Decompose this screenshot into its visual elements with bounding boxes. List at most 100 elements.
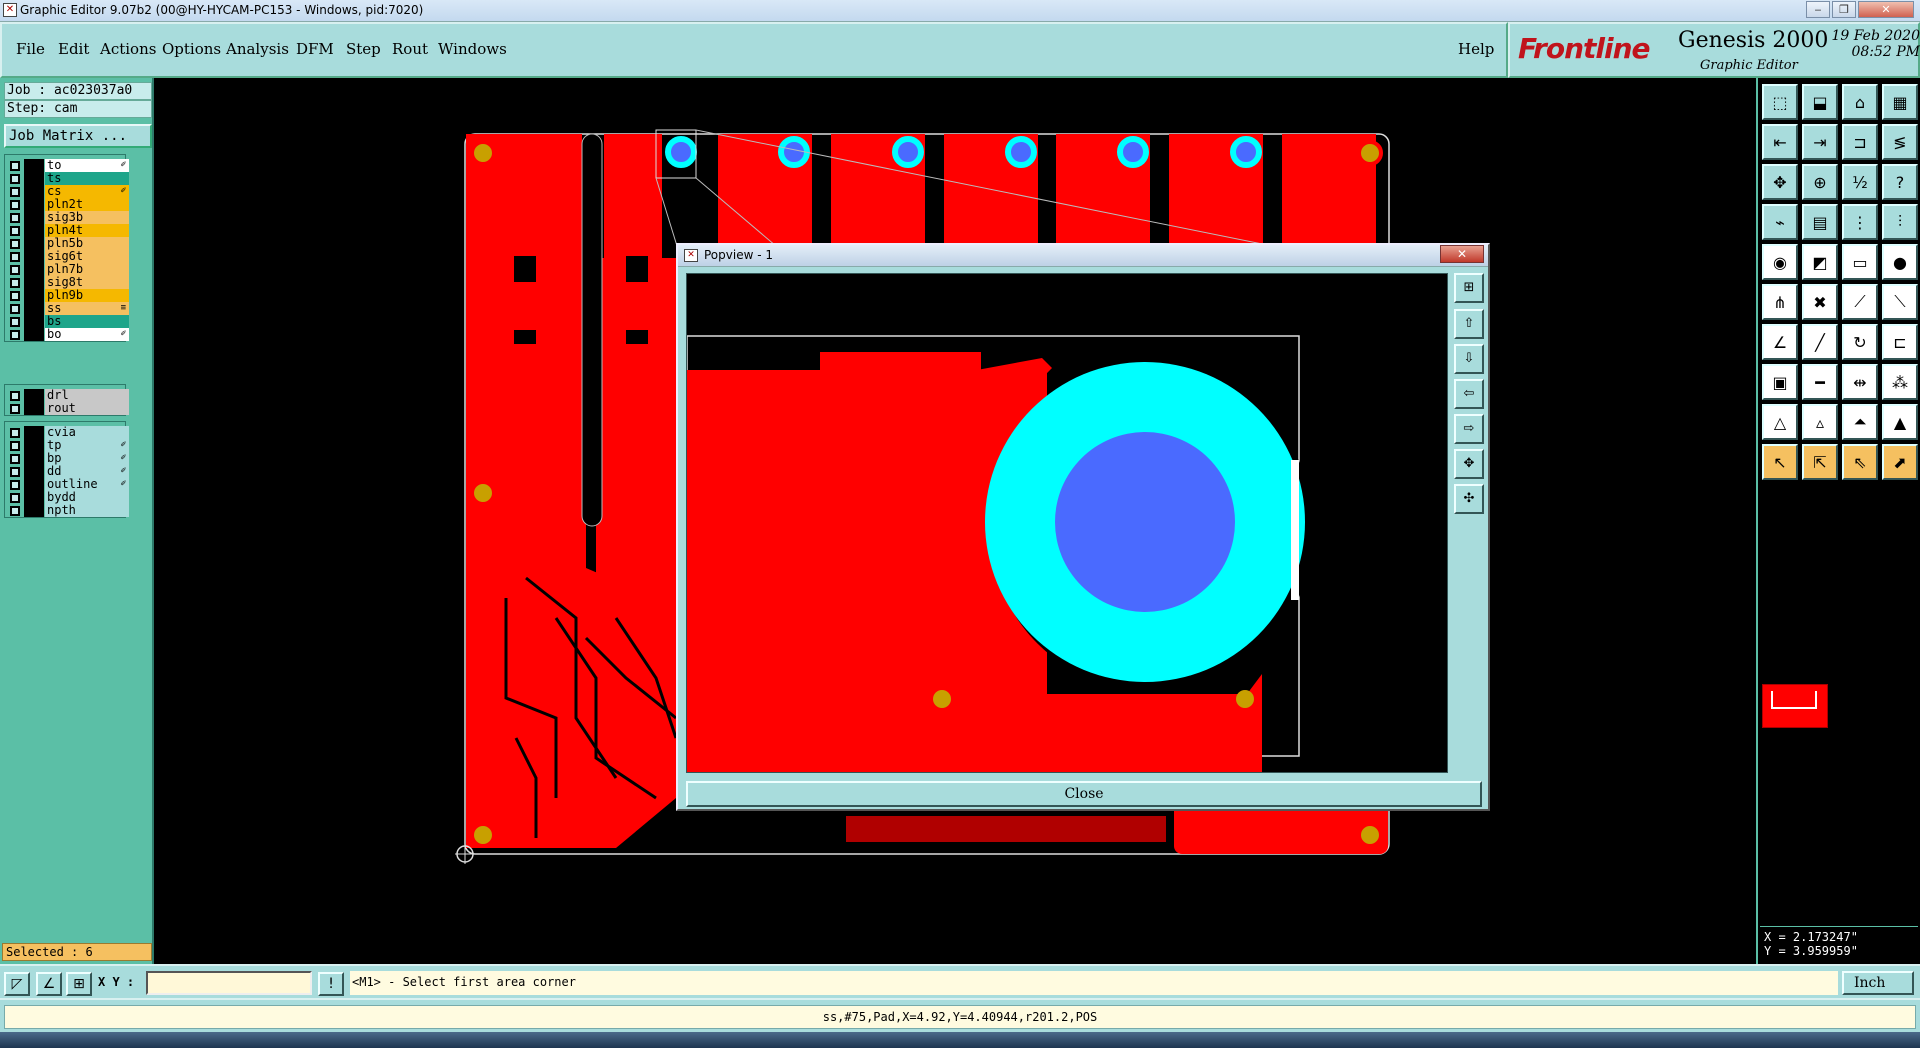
redo-view-icon[interactable]: ⇥ bbox=[1802, 124, 1838, 160]
triangle-1-icon[interactable]: △ bbox=[1762, 404, 1798, 440]
ruler-icon[interactable]: ▭ bbox=[1842, 244, 1878, 280]
save-icon[interactable]: ⬓ bbox=[1802, 84, 1838, 120]
unit-selector[interactable]: Inch bbox=[1842, 971, 1914, 995]
layer-row-rout[interactable]: rout bbox=[7, 401, 129, 416]
menu-step[interactable]: Step bbox=[346, 40, 381, 58]
job-matrix-button[interactable]: Job Matrix ... bbox=[4, 124, 152, 148]
group-icon[interactable]: ⁂ bbox=[1882, 364, 1918, 400]
layer-checkbox[interactable] bbox=[10, 454, 20, 464]
layer-color-swatch[interactable] bbox=[24, 328, 44, 341]
window-title-bar[interactable]: ✕ Graphic Editor 9.07b2 (00@HY-HYCAM-PC1… bbox=[0, 0, 1920, 22]
popview-title-bar[interactable]: ✕ Popview - 1 ✕ bbox=[678, 245, 1488, 267]
layer-checkbox[interactable] bbox=[10, 200, 20, 210]
menu-options[interactable]: Options bbox=[162, 40, 221, 58]
layer-checkbox[interactable] bbox=[10, 278, 20, 288]
menu-edit[interactable]: Edit bbox=[58, 40, 89, 58]
connect-icon[interactable]: ⟋ bbox=[1842, 284, 1878, 320]
thumbnail-preview[interactable] bbox=[1762, 684, 1828, 728]
triangle-2-icon[interactable]: ▵ bbox=[1802, 404, 1838, 440]
restore-button[interactable]: ❐ bbox=[1832, 1, 1856, 18]
layer-row-bo[interactable]: bo ✐ bbox=[7, 327, 129, 342]
popview-canvas[interactable] bbox=[686, 273, 1448, 773]
close-window-button[interactable]: ✕ bbox=[1858, 1, 1914, 18]
layer-name[interactable]: bo ✐ bbox=[45, 328, 129, 341]
layer-checkbox[interactable] bbox=[10, 404, 20, 414]
layout-icon[interactable]: ▦ bbox=[1882, 84, 1918, 120]
scale-icon[interactable]: ½ bbox=[1842, 164, 1878, 200]
circle-tool-icon[interactable]: ● bbox=[1882, 244, 1918, 280]
layer-checkbox[interactable] bbox=[10, 493, 20, 503]
triangle-4-icon[interactable]: ▲ bbox=[1882, 404, 1918, 440]
layer-color-swatch[interactable] bbox=[24, 402, 44, 415]
layer-name[interactable]: npth bbox=[45, 504, 129, 517]
popview-pan-up-icon[interactable]: ⇧ bbox=[1454, 309, 1484, 339]
layer-checkbox[interactable] bbox=[10, 161, 20, 171]
info-icon[interactable]: ! bbox=[318, 972, 344, 996]
layer-checkbox[interactable] bbox=[10, 226, 20, 236]
cross-tool-icon[interactable]: ✖ bbox=[1802, 284, 1838, 320]
pad-tool-icon[interactable]: ◉ bbox=[1762, 244, 1798, 280]
layer-checkbox[interactable] bbox=[10, 506, 20, 516]
select-box-icon[interactable]: ⇱ bbox=[1802, 444, 1838, 480]
popview-zoom-in-icon[interactable]: ✥ bbox=[1454, 449, 1484, 479]
layer-checkbox[interactable] bbox=[10, 441, 20, 451]
add-line-icon[interactable]: ∠ bbox=[1762, 324, 1798, 360]
point-icon[interactable]: ⟍ bbox=[1882, 284, 1918, 320]
slash-icon[interactable]: ╱ bbox=[1802, 324, 1838, 360]
layer-row-npth[interactable]: npth bbox=[7, 503, 129, 518]
snap-icon[interactable]: ≶ bbox=[1882, 124, 1918, 160]
undo-view-icon[interactable]: ⇤ bbox=[1762, 124, 1798, 160]
popview-pan-right-icon[interactable]: ⇨ bbox=[1454, 414, 1484, 444]
popview-pan-left-icon[interactable]: ⇦ bbox=[1454, 379, 1484, 409]
layer-checkbox[interactable] bbox=[10, 239, 20, 249]
popview-zoom-out-icon[interactable]: ✣ bbox=[1454, 484, 1484, 514]
layers-icon[interactable]: ⋮ bbox=[1842, 204, 1878, 240]
popview-zoom-fit-icon[interactable]: ⊞ bbox=[1454, 273, 1484, 303]
zoom-box-icon[interactable]: ⊕ bbox=[1802, 164, 1838, 200]
xy-input[interactable] bbox=[146, 971, 312, 995]
help-icon[interactable]: ? bbox=[1882, 164, 1918, 200]
zoom-fit-icon[interactable]: ✥ bbox=[1762, 164, 1798, 200]
triangle-3-icon[interactable]: ⏶ bbox=[1842, 404, 1878, 440]
properties-icon[interactable]: ⫶ bbox=[1882, 204, 1918, 240]
select-touch-icon[interactable]: ⇖ bbox=[1842, 444, 1878, 480]
layer-color-swatch[interactable] bbox=[24, 504, 44, 517]
layer-name[interactable]: rout bbox=[45, 402, 129, 415]
menu-dfm[interactable]: DFM bbox=[296, 40, 334, 58]
layer-checkbox[interactable] bbox=[10, 330, 20, 340]
resize-icon[interactable]: ⇹ bbox=[1842, 364, 1878, 400]
arc-icon[interactable]: ↻ bbox=[1842, 324, 1878, 360]
mirror-icon[interactable]: ⊐ bbox=[1842, 124, 1878, 160]
layer-checkbox[interactable] bbox=[10, 428, 20, 438]
grid-icon[interactable]: ▤ bbox=[1802, 204, 1838, 240]
angle-mode-icon[interactable]: ∠ bbox=[36, 972, 62, 996]
menu-rout[interactable]: Rout bbox=[392, 40, 428, 58]
layer-checkbox[interactable] bbox=[10, 174, 20, 184]
menu-help[interactable]: Help bbox=[1458, 40, 1494, 58]
line-tool-icon[interactable]: ◩ bbox=[1802, 244, 1838, 280]
layer-checkbox[interactable] bbox=[10, 480, 20, 490]
menu-file[interactable]: File bbox=[16, 40, 45, 58]
menu-analysis[interactable]: Analysis bbox=[226, 40, 289, 58]
popview-close-icon[interactable]: ✕ bbox=[1440, 245, 1484, 263]
layer-checkbox[interactable] bbox=[10, 291, 20, 301]
home-icon[interactable]: ⌂ bbox=[1842, 84, 1878, 120]
align-icon[interactable]: ⊏ bbox=[1882, 324, 1918, 360]
minimize-button[interactable]: ‒ bbox=[1806, 1, 1830, 18]
layer-checkbox[interactable] bbox=[10, 265, 20, 275]
select-net-icon[interactable]: ⬈ bbox=[1882, 444, 1918, 480]
layer-checkbox[interactable] bbox=[10, 252, 20, 262]
layer-checkbox[interactable] bbox=[10, 213, 20, 223]
move-icon[interactable]: ▣ bbox=[1762, 364, 1798, 400]
layer-checkbox[interactable] bbox=[10, 317, 20, 327]
select-arrow-icon[interactable]: ↖ bbox=[1762, 444, 1798, 480]
open-job-icon[interactable]: ⬚ bbox=[1762, 84, 1798, 120]
popview-close-button[interactable]: Close bbox=[686, 781, 1482, 807]
layer-checkbox[interactable] bbox=[10, 304, 20, 314]
minus-icon[interactable]: ━ bbox=[1802, 364, 1838, 400]
menu-windows[interactable]: Windows bbox=[438, 40, 507, 58]
popview-window[interactable]: ✕ Popview - 1 ✕ ⊞ ⇧ ⇩ ⇦ ⇨ ✥ ✣ Close bbox=[676, 243, 1490, 811]
layer-checkbox[interactable] bbox=[10, 187, 20, 197]
menu-actions[interactable]: Actions bbox=[100, 40, 156, 58]
snap-mode-icon[interactable]: ◸ bbox=[4, 972, 30, 996]
